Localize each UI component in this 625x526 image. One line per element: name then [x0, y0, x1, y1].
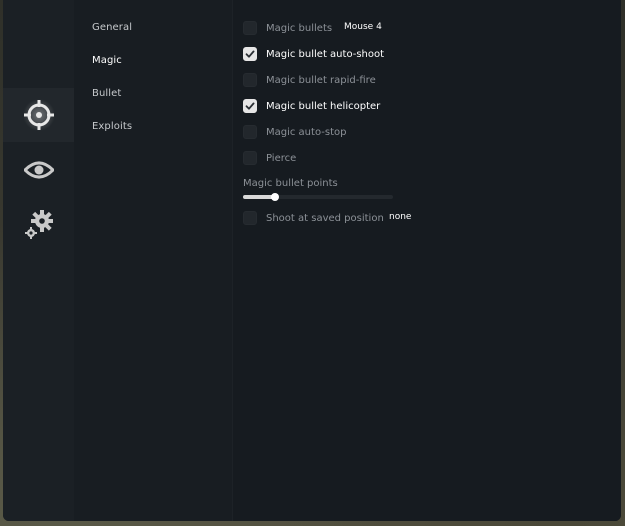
eye-icon [23, 161, 54, 179]
rail-item-visuals[interactable] [3, 143, 74, 197]
slider-label: Magic bullet points [243, 178, 338, 189]
checkmark-icon [245, 50, 255, 58]
crosshair-icon [22, 99, 55, 131]
subnav-item-magic[interactable]: Magic [92, 55, 122, 66]
subcategory-nav: General Magic Bullet Exploits [74, 0, 232, 521]
slider-fill [243, 195, 275, 199]
auto-stop-label: Magic auto-stop [266, 126, 347, 138]
checkmark-icon [245, 102, 255, 110]
pierce-checkbox[interactable] [243, 151, 257, 165]
auto-stop-checkbox[interactable] [243, 125, 257, 139]
magic-bullet-points-slider[interactable] [243, 193, 393, 201]
gears-icon [24, 210, 53, 239]
subnav-item-bullet[interactable]: Bullet [92, 88, 121, 99]
helicopter-checkbox[interactable] [243, 99, 257, 113]
option-pierce: Pierce [243, 150, 296, 166]
magic-bullets-checkbox[interactable] [243, 21, 257, 35]
auto-shoot-checkbox[interactable] [243, 47, 257, 61]
slider-thumb[interactable] [270, 193, 279, 201]
pierce-label: Pierce [266, 152, 297, 164]
category-rail [3, 0, 74, 521]
rapid-fire-label: Magic bullet rapid-fire [266, 74, 376, 86]
option-saved-position: Shoot at saved position [243, 210, 384, 226]
magic-bullets-label: Magic bullets [266, 22, 333, 34]
option-auto-shoot: Magic bullet auto-shoot [243, 46, 384, 62]
helicopter-label: Magic bullet helicopter [266, 100, 381, 112]
magic-bullets-keybind[interactable]: Mouse 4 [344, 22, 382, 32]
cheat-menu-window: General Magic Bullet Exploits Magic bull… [3, 0, 621, 521]
saved-position-label: Shoot at saved position [266, 212, 384, 224]
rail-item-aim[interactable] [3, 88, 74, 142]
option-magic-bullets: Magic bullets [243, 20, 332, 36]
rail-item-settings[interactable] [3, 198, 74, 252]
saved-position-checkbox[interactable] [243, 211, 257, 225]
saved-position-keybind[interactable]: none [389, 212, 411, 222]
auto-shoot-label: Magic bullet auto-shoot [266, 48, 385, 60]
rapid-fire-checkbox[interactable] [243, 73, 257, 87]
option-rapid-fire: Magic bullet rapid-fire [243, 72, 376, 88]
options-panel: Magic bullets Mouse 4 Magic bullet auto-… [232, 0, 621, 521]
option-helicopter: Magic bullet helicopter [243, 98, 380, 114]
subnav-item-general[interactable]: General [92, 22, 132, 33]
subnav-item-exploits[interactable]: Exploits [92, 121, 132, 132]
option-auto-stop: Magic auto-stop [243, 124, 346, 140]
